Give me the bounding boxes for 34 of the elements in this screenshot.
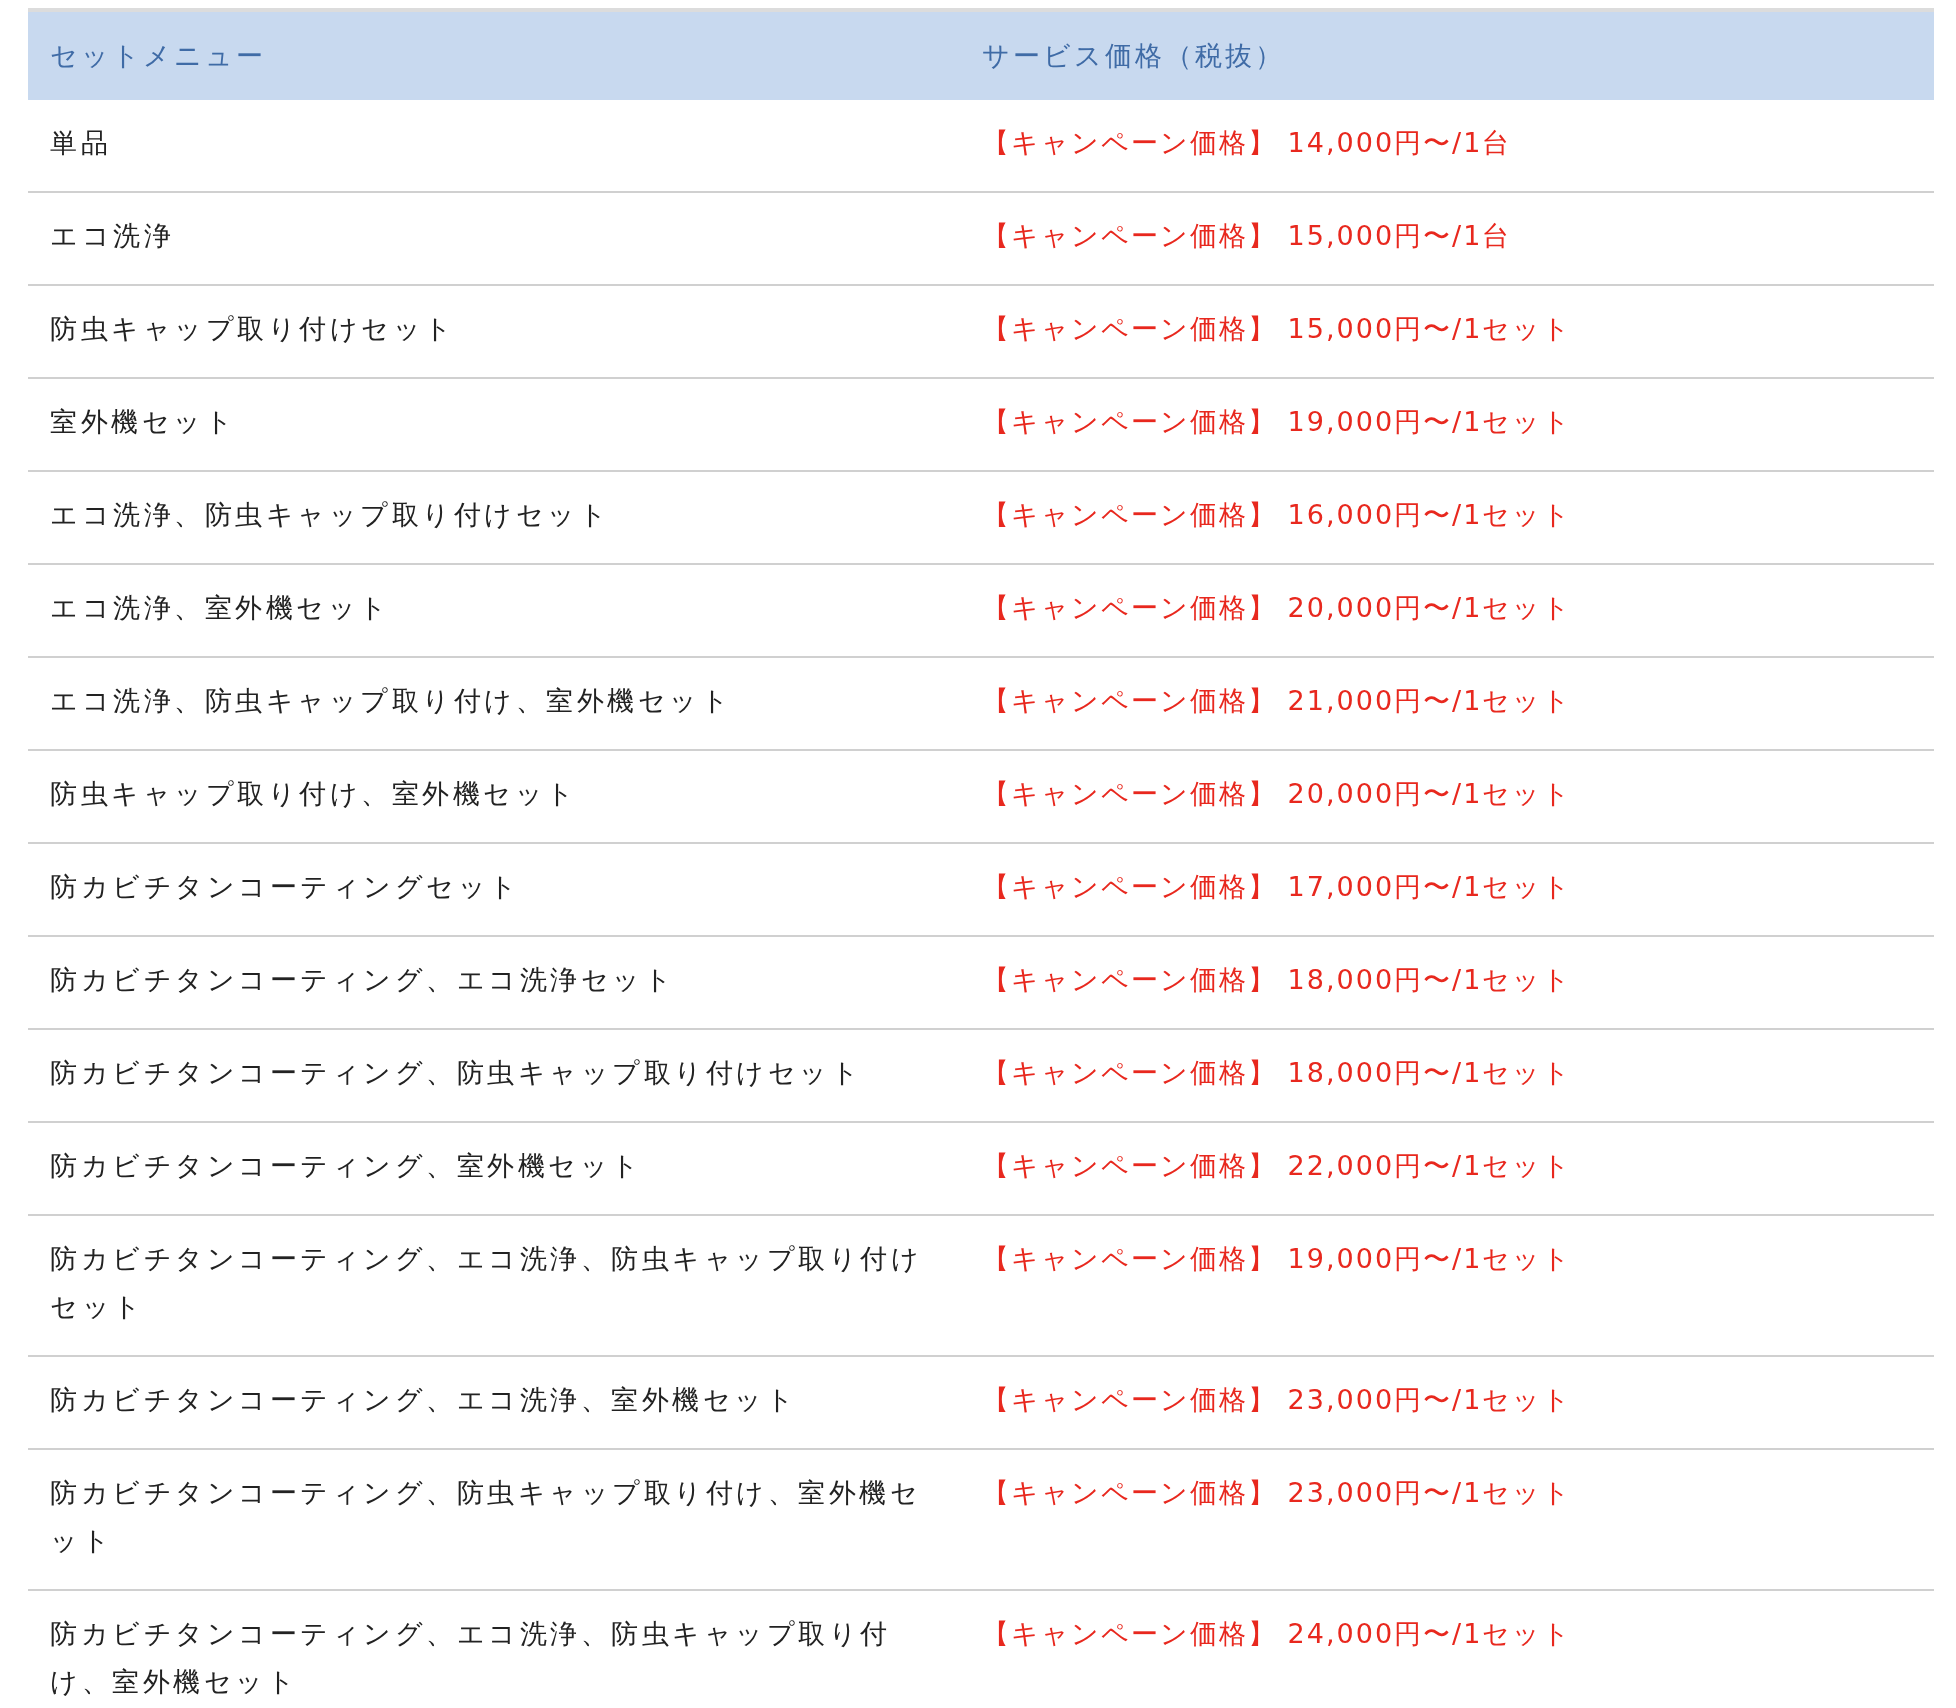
column-header: サービス価格（税抜） [982, 39, 1286, 73]
price-cell-text: 【キャンペーン価格】 23,000円〜/1セット [982, 1383, 1574, 1417]
table-cell-text: エコ洗浄、防虫キャップ取り付けセット [49, 498, 611, 532]
price-cell-text: 【キャンペーン価格】 19,000円〜/1セット [982, 1242, 1574, 1276]
table-cell-text: エコ洗浄、防虫キャップ取り付け、室外機セット [49, 684, 733, 718]
table-cell-text: 室外機セット [49, 405, 237, 439]
table-cell-text: 防虫キャップ取り付け、室外機セット [49, 777, 579, 811]
price-cell-text: 【キャンペーン価格】 18,000円〜/1セット [982, 963, 1574, 997]
price-cell-text: 【キャンペーン価格】 20,000円〜/1セット [982, 777, 1574, 811]
price-cell-text: 【キャンペーン価格】 18,000円〜/1セット [982, 1056, 1574, 1090]
table-cell-text: 防カビチタンコーティング、エコ洗浄、防虫キャップ取り付け、室外機セット [49, 1617, 892, 1699]
price-cell-text: 【キャンペーン価格】 15,000円〜/1セット [982, 312, 1574, 346]
price-cell-text: 【キャンペーン価格】 20,000円〜/1セット [982, 591, 1574, 625]
price-cell-text: 【キャンペーン価格】 19,000円〜/1セット [982, 405, 1574, 439]
table-cell-text: 防カビチタンコーティング、防虫キャップ取り付け、室外機セット [49, 1476, 922, 1558]
price-cell-text: 【キャンペーン価格】 23,000円〜/1セット [982, 1476, 1574, 1510]
price-cell-text: 【キャンペーン価格】 14,000円〜/1台 [982, 126, 1513, 160]
price-cell-text: 【キャンペーン価格】 16,000円〜/1セット [982, 498, 1574, 532]
price-cell-text: 【キャンペーン価格】 24,000円〜/1セット [982, 1617, 1574, 1651]
table-cell-text: 防虫キャップ取り付けセット [49, 312, 457, 346]
price-cell-text: 【キャンペーン価格】 22,000円〜/1セット [982, 1149, 1574, 1183]
table-cell-text: エコ洗浄 [49, 219, 175, 253]
price-cell-text: 【キャンペーン価格】 15,000円〜/1台 [982, 219, 1513, 253]
table-cell-text: 防カビチタンコーティング、エコ洗浄、防虫キャップ取り付けセット [49, 1242, 923, 1324]
table-cell-text: 防カビチタンコーティング、エコ洗浄セット [49, 963, 676, 997]
table-cell-text: 単品 [49, 126, 112, 160]
column-header: セットメニュー [49, 39, 267, 73]
table-cell-text: 防カビチタンコーティング、防虫キャップ取り付けセット [49, 1056, 863, 1090]
table-cell-text: 防カビチタンコーティング、室外機セット [49, 1149, 644, 1183]
table-cell-text: エコ洗浄、室外機セット [49, 591, 392, 625]
table-cell-text: 防カビチタンコーティングセット [49, 870, 522, 904]
price-cell-text: 【キャンペーン価格】 17,000円〜/1セット [982, 870, 1574, 904]
price-cell-text: 【キャンペーン価格】 21,000円〜/1セット [982, 684, 1574, 718]
table-cell-text: 防カビチタンコーティング、エコ洗浄、室外機セット [49, 1383, 798, 1417]
